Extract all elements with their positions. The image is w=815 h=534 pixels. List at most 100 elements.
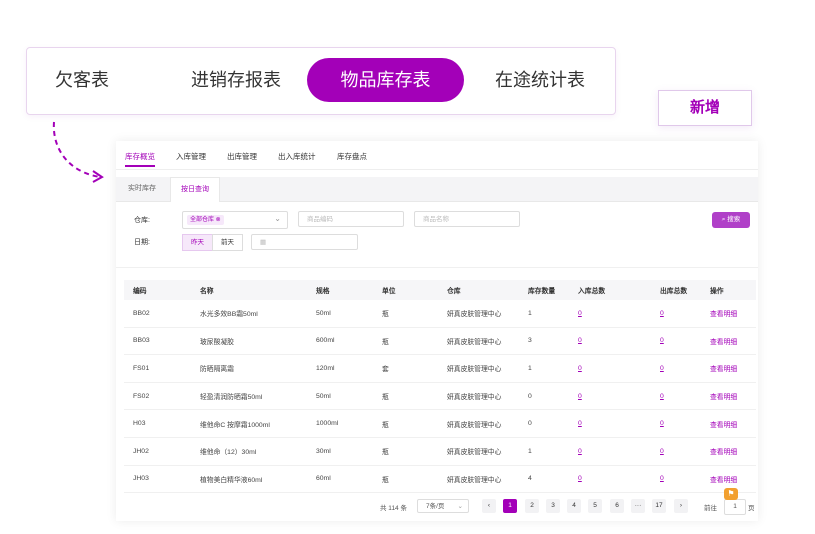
- col-code: 编码: [124, 280, 191, 300]
- chevron-down-icon: ⌄: [274, 214, 281, 223]
- cell-spec: 50ml: [307, 300, 373, 328]
- tab-realtime-stock[interactable]: 实时库存: [118, 177, 166, 201]
- pagination: 共 114 条 7条/页 ⌄ ‹ 1 2 3 4 5 6 ··· 17 › 前往…: [116, 499, 758, 515]
- table-row: FS01 防晒隔离霜 120ml 套 妍真皮肤管理中心 1 0 0 查看明细: [124, 354, 756, 383]
- page-17-button[interactable]: 17: [652, 499, 666, 513]
- cell-warehouse: 妍真皮肤管理中心: [438, 382, 519, 411]
- cell-code: JH03: [124, 465, 191, 494]
- floating-widget-icon[interactable]: ⚑: [724, 488, 738, 500]
- cell-warehouse: 妍真皮肤管理中心: [438, 300, 519, 328]
- warehouse-label: 仓库:: [134, 217, 150, 224]
- col-actions: 操作: [701, 280, 756, 300]
- outbound-total-link[interactable]: 0: [651, 300, 701, 328]
- outbound-total-link[interactable]: 0: [651, 354, 701, 383]
- name-input[interactable]: 商品名称: [414, 211, 520, 227]
- table-row: H03 维他命C 按摩霜1000ml 1000ml 瓶 妍真皮肤管理中心 0 0…: [124, 409, 756, 438]
- page-2-button[interactable]: 2: [525, 499, 539, 513]
- cell-stock-qty: 4: [519, 465, 569, 494]
- search-label: 搜索: [727, 216, 741, 223]
- new-button[interactable]: 新增: [658, 90, 752, 126]
- stock-panel: 库存概览 入库管理 出库管理 出入库统计 库存盘点 实时库存 按日查询 仓库: …: [116, 141, 758, 521]
- chevron-down-icon: ⌄: [457, 503, 463, 510]
- cell-stock-qty: 0: [519, 409, 569, 438]
- subnav-stock-overview[interactable]: 库存概览: [125, 151, 155, 167]
- warehouse-select[interactable]: 全部仓库 ⊗ ⌄: [182, 211, 288, 229]
- cell-unit: 瓶: [373, 300, 438, 328]
- inbound-total-link[interactable]: 0: [569, 327, 651, 356]
- inbound-total-link[interactable]: 0: [569, 409, 651, 438]
- outbound-total-link[interactable]: 0: [651, 409, 701, 438]
- code-input[interactable]: 商品编码: [298, 211, 404, 227]
- cell-name: 水光多效BB霜50ml: [191, 300, 307, 328]
- cell-code: H03: [124, 409, 191, 438]
- inner-tabs: 实时库存 按日查询: [116, 177, 758, 202]
- cell-spec: 120ml: [307, 354, 373, 383]
- tab-item-stock-report[interactable]: 物品库存表: [307, 58, 464, 102]
- search-button[interactable]: ⌕ 搜索: [712, 212, 750, 228]
- table-row: JH02 维他命（12）30ml 30ml 瓶 妍真皮肤管理中心 1 0 0 查…: [124, 437, 756, 466]
- next-page-button[interactable]: ›: [674, 499, 688, 513]
- view-detail-link[interactable]: 查看明细: [701, 382, 756, 411]
- inbound-total-link[interactable]: 0: [569, 354, 651, 383]
- subnav-outbound[interactable]: 出库管理: [227, 151, 257, 162]
- outbound-total-link[interactable]: 0: [651, 382, 701, 411]
- page-1-button[interactable]: 1: [503, 499, 517, 513]
- inbound-total-link[interactable]: 0: [569, 300, 651, 328]
- col-unit: 单位: [373, 280, 438, 300]
- view-detail-link[interactable]: 查看明细: [701, 300, 756, 328]
- view-detail-link[interactable]: 查看明细: [701, 437, 756, 466]
- goto-label: 前往: [704, 505, 717, 512]
- cell-stock-qty: 3: [519, 327, 569, 356]
- date-before-button[interactable]: 前天: [212, 234, 243, 251]
- cell-stock-qty: 1: [519, 300, 569, 328]
- view-detail-link[interactable]: 查看明细: [701, 409, 756, 438]
- report-tab-bar: 欠客表 进销存报表 物品库存表 在途统计表: [26, 47, 616, 115]
- outbound-total-link[interactable]: 0: [651, 327, 701, 356]
- cell-warehouse: 妍真皮肤管理中心: [438, 327, 519, 356]
- tab-debt-customers[interactable]: 欠客表: [45, 58, 119, 102]
- subnav-inbound[interactable]: 入库管理: [176, 151, 206, 162]
- table-row: BB02 水光多效BB霜50ml 50ml 瓶 妍真皮肤管理中心 1 0 0 查…: [124, 300, 756, 328]
- page-6-button[interactable]: 6: [610, 499, 624, 513]
- tab-in-transit-stats[interactable]: 在途统计表: [485, 58, 595, 102]
- page-3-button[interactable]: 3: [546, 499, 560, 513]
- page-ellipsis[interactable]: ···: [631, 499, 645, 513]
- col-spec: 规格: [307, 280, 373, 300]
- cell-warehouse: 妍真皮肤管理中心: [438, 409, 519, 438]
- tab-daily-query[interactable]: 按日查询: [170, 177, 220, 202]
- cell-spec: 50ml: [307, 382, 373, 411]
- date-yesterday-button[interactable]: 昨天: [182, 234, 213, 251]
- outbound-total-link[interactable]: 0: [651, 465, 701, 494]
- prev-page-button[interactable]: ‹: [482, 499, 496, 513]
- outbound-total-link[interactable]: 0: [651, 437, 701, 466]
- page-5-button[interactable]: 5: [588, 499, 602, 513]
- cell-name: 轻盈清润防晒霜50ml: [191, 382, 307, 411]
- inbound-total-link[interactable]: 0: [569, 382, 651, 411]
- cell-name: 维他命C 按摩霜1000ml: [191, 409, 307, 438]
- cell-stock-qty: 0: [519, 382, 569, 411]
- page-4-button[interactable]: 4: [567, 499, 581, 513]
- col-stock-qty: 库存数量: [519, 280, 569, 300]
- page-size-value: 7条/页: [426, 503, 445, 510]
- cell-code: BB02: [124, 300, 191, 328]
- view-detail-link[interactable]: 查看明细: [701, 354, 756, 383]
- subnav-stocktake[interactable]: 库存盘点: [337, 151, 367, 162]
- col-outbound-total: 出库总数: [651, 280, 701, 300]
- goto-page-input[interactable]: 1: [724, 499, 746, 515]
- col-warehouse: 仓库: [438, 280, 519, 300]
- inbound-total-link[interactable]: 0: [569, 437, 651, 466]
- page-size-select[interactable]: 7条/页 ⌄: [417, 499, 469, 513]
- tab-inventory-sales-report[interactable]: 进销存报表: [177, 58, 295, 102]
- stock-subnav: 库存概览 入库管理 出库管理 出入库统计 库存盘点: [116, 141, 758, 170]
- cell-unit: 瓶: [373, 382, 438, 411]
- view-detail-link[interactable]: 查看明细: [701, 327, 756, 356]
- date-picker[interactable]: ▦: [251, 234, 358, 250]
- cell-spec: 30ml: [307, 437, 373, 466]
- inbound-total-link[interactable]: 0: [569, 465, 651, 494]
- cell-spec: 600ml: [307, 327, 373, 356]
- cell-name: 防晒隔离霜: [191, 354, 307, 383]
- subnav-io-stats[interactable]: 出入库统计: [278, 151, 316, 162]
- cell-warehouse: 妍真皮肤管理中心: [438, 437, 519, 466]
- cell-code: FS01: [124, 354, 191, 383]
- cell-code: FS02: [124, 382, 191, 411]
